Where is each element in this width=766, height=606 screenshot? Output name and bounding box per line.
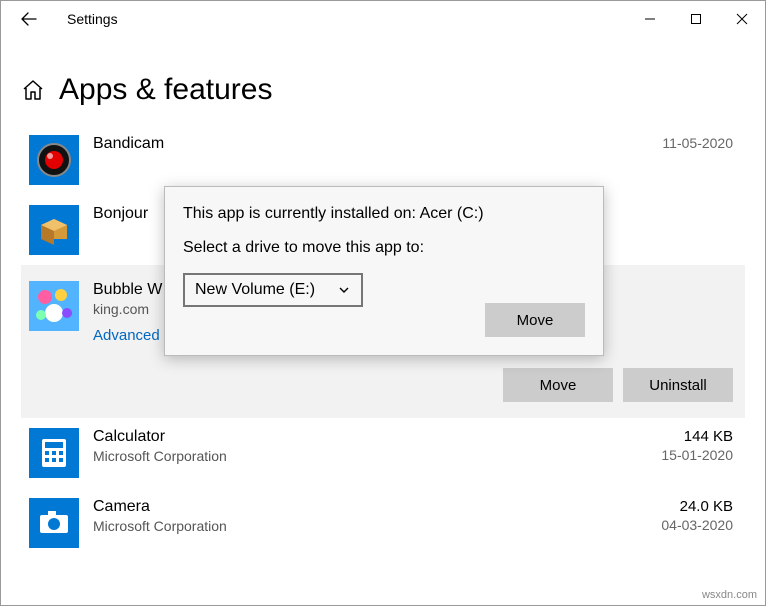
app-icon-bubble-witch: [29, 281, 79, 331]
back-button[interactable]: [15, 5, 43, 33]
app-row-bandicam[interactable]: Bandicam 11-05-2020: [21, 125, 745, 195]
move-app-dialog: This app is currently installed on: Acer…: [164, 186, 604, 356]
close-icon: [736, 13, 748, 25]
drive-select-dropdown[interactable]: New Volume (E:): [183, 273, 363, 307]
app-name: Calculator: [93, 428, 647, 446]
app-icon-calculator: [29, 428, 79, 478]
window-title: Settings: [67, 11, 118, 27]
app-icon-bandicam: [29, 135, 79, 185]
move-button[interactable]: Move: [503, 368, 613, 402]
app-date: 15-01-2020: [661, 447, 733, 463]
title-bar: Settings: [1, 1, 765, 37]
app-date: 11-05-2020: [662, 135, 733, 151]
minimize-icon: [644, 13, 656, 25]
app-publisher: Microsoft Corporation: [93, 518, 647, 534]
app-size: 24.0 KB: [680, 498, 733, 515]
dialog-instruction: Select a drive to move this app to:: [183, 239, 585, 257]
home-icon[interactable]: [21, 78, 45, 102]
uninstall-button[interactable]: Uninstall: [623, 368, 733, 402]
app-icon-bonjour: [29, 205, 79, 255]
app-name: Camera: [93, 498, 647, 516]
app-name: Bandicam: [93, 135, 648, 153]
arrow-left-icon: [21, 11, 37, 27]
app-row-calculator[interactable]: Calculator Microsoft Corporation 144 KB …: [21, 418, 745, 488]
app-date: 04-03-2020: [661, 517, 733, 533]
drive-select-value: New Volume (E:): [195, 281, 315, 299]
app-icon-camera: [29, 498, 79, 548]
app-row-camera[interactable]: Camera Microsoft Corporation 24.0 KB 04-…: [21, 488, 745, 558]
dialog-current-location: This app is currently installed on: Acer…: [183, 205, 585, 223]
dialog-move-button[interactable]: Move: [485, 303, 585, 337]
app-action-buttons: Move Uninstall: [503, 368, 733, 402]
maximize-button[interactable]: [673, 1, 719, 37]
chevron-down-icon: [337, 283, 351, 297]
app-publisher: Microsoft Corporation: [93, 448, 647, 464]
watermark: wsxdn.com: [702, 589, 757, 601]
page-heading-row: Apps & features: [21, 37, 745, 125]
page-title: Apps & features: [59, 73, 272, 107]
maximize-icon: [690, 13, 702, 25]
minimize-button[interactable]: [627, 1, 673, 37]
close-button[interactable]: [719, 1, 765, 37]
app-size: 144 KB: [684, 428, 733, 445]
